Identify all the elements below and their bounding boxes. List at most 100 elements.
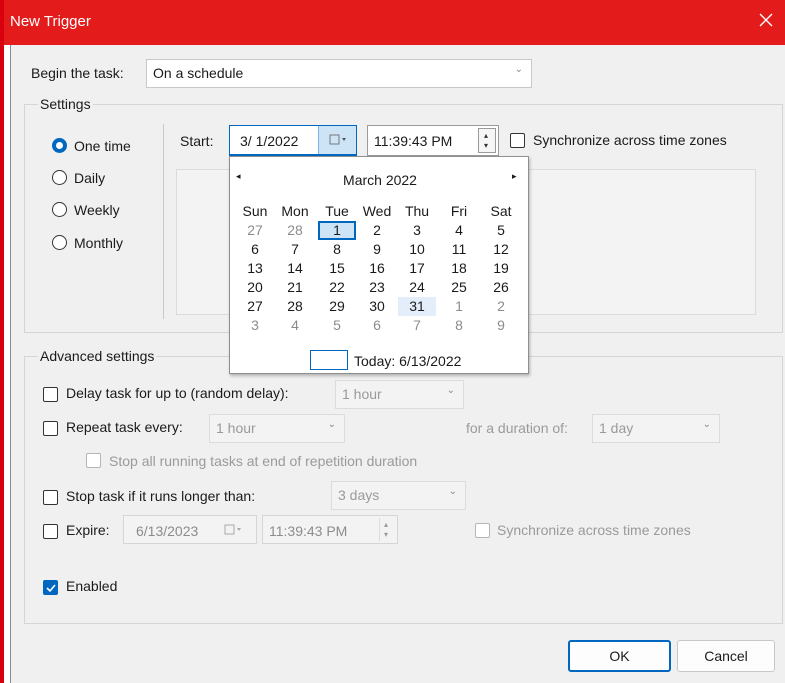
calendar-day[interactable]: 6 [358,316,396,335]
calendar-day[interactable]: 14 [276,259,314,278]
calendar-day[interactable]: 22 [318,278,356,297]
duration-label: for a duration of: [466,420,568,436]
calendar-day[interactable]: 5 [482,221,520,240]
expire-sync-checkbox[interactable] [475,523,490,538]
stop-longer-checkbox[interactable] [43,490,58,505]
repeat-task-checkbox[interactable] [43,421,58,436]
weekday-header: Mon [281,203,309,219]
calendar-day[interactable]: 2 [358,221,396,240]
calendar-day[interactable]: 9 [482,316,520,335]
calendar-day[interactable]: 26 [482,278,520,297]
start-date-picker[interactable]: 3/ 1/2022 [229,125,357,156]
calendar-day[interactable]: 1 [318,221,356,240]
ok-button[interactable]: OK [568,640,671,672]
radio-weekly[interactable] [52,202,67,217]
calendar-day[interactable]: 7 [276,240,314,259]
cancel-button[interactable]: Cancel [677,640,775,672]
calendar-day[interactable]: 1 [440,297,478,316]
start-time-value: 11:39:43 PM [374,133,453,149]
settings-group-label: Settings [38,96,93,112]
advanced-group-label: Advanced settings [38,348,157,364]
calendar-day[interactable]: 27 [236,297,274,316]
spin-down-icon: ▾ [384,530,389,539]
weekday-header: Wed [362,203,392,219]
calendar-day[interactable]: 28 [276,297,314,316]
calendar-dropdown-button[interactable] [318,126,356,154]
calendar-day[interactable]: 15 [318,259,356,278]
expire-checkbox[interactable] [43,524,58,539]
calendar-day[interactable]: 8 [318,240,356,259]
delay-task-select[interactable]: 1 hour ⌄ [335,380,464,409]
calendar-day[interactable]: 3 [236,316,274,335]
enabled-label: Enabled [66,578,118,594]
spin-down-icon: ▾ [484,141,489,150]
expire-time-field[interactable]: 11:39:43 PM ▴ ▾ [262,515,398,544]
delay-task-label: Delay task for up to (random delay): [66,385,289,401]
expire-date-picker[interactable]: 6/13/2023 [123,515,257,544]
weekday-header: Tue [325,203,349,219]
stop-running-checkbox[interactable] [86,453,101,468]
begin-task-select[interactable]: On a schedule ⌄ [146,59,532,88]
calendar-day[interactable]: 24 [398,278,436,297]
calendar-day[interactable]: 27 [236,221,274,240]
calendar-day[interactable]: 28 [276,221,314,240]
calendar-day[interactable]: 9 [358,240,396,259]
calendar-day[interactable]: 13 [236,259,274,278]
enabled-checkbox[interactable] [43,580,58,595]
checkmark-icon [46,584,56,593]
calendar-day[interactable]: 10 [398,240,436,259]
expire-date-value: 6/13/2023 [136,523,199,539]
calendar-day[interactable]: 6 [236,240,274,259]
next-month-icon[interactable]: ▸ [512,171,517,182]
radio-daily[interactable] [52,170,67,185]
window-title: New Trigger [10,13,91,30]
chevron-down-icon: ⌄ [446,385,455,396]
calendar-day[interactable]: 3 [398,221,436,240]
calendar-day[interactable]: 8 [440,316,478,335]
calendar-day[interactable]: 7 [398,316,436,335]
calendar-day[interactable]: 23 [358,278,396,297]
duration-select[interactable]: 1 day ⌄ [592,414,720,443]
begin-task-label: Begin the task: [31,65,124,81]
sync-time-zones-label: Synchronize across time zones [533,132,727,148]
today-link[interactable]: Today: 6/13/2022 [354,353,461,369]
radio-monthly[interactable] [52,235,67,250]
calendar-day[interactable]: 31 [398,297,436,316]
calendar-day[interactable]: 29 [318,297,356,316]
calendar-popup: ◂ March 2022 ▸ Sun Mon Tue Wed Thu Fri Sat 27 28… [229,156,529,374]
expire-sync-label: Synchronize across time zones [497,522,691,538]
calendar-day[interactable]: 16 [358,259,396,278]
calendar-day[interactable]: 17 [398,259,436,278]
repeat-task-select[interactable]: 1 hour ⌄ [209,414,345,443]
stop-longer-select[interactable]: 3 days ⌄ [331,481,466,510]
delay-task-checkbox[interactable] [43,387,58,402]
calendar-day[interactable]: 25 [440,278,478,297]
start-time-spinner[interactable]: ▴ ▾ [478,128,496,153]
calendar-day[interactable]: 18 [440,259,478,278]
calendar-day[interactable]: 5 [318,316,356,335]
calendar-day[interactable]: 30 [358,297,396,316]
calendar-icon [329,134,346,145]
close-icon[interactable] [755,9,777,31]
calendar-day[interactable]: 4 [440,221,478,240]
radio-one-time[interactable] [52,138,67,153]
chevron-down-icon: ⌄ [702,419,711,430]
settings-divider [163,124,164,319]
calendar-day[interactable]: 2 [482,297,520,316]
calendar-day[interactable]: 19 [482,259,520,278]
calendar-month-title[interactable]: March 2022 [230,172,530,188]
calendar-day[interactable]: 20 [236,278,274,297]
start-time-field[interactable]: 11:39:43 PM ▴ ▾ [367,125,499,156]
start-date-value: 3/ 1/2022 [240,133,299,149]
sync-time-zones-checkbox[interactable] [510,133,525,148]
calendar-day[interactable]: 21 [276,278,314,297]
repeat-task-label: Repeat task every: [66,419,183,435]
radio-one-time-label: One time [74,138,131,154]
calendar-day[interactable]: 11 [440,240,478,259]
expire-time-spinner[interactable]: ▴ ▾ [379,518,394,541]
calendar-day[interactable]: 12 [482,240,520,259]
weekday-header: Thu [404,203,430,219]
chevron-down-icon: ⌄ [514,64,523,75]
stop-longer-value: 3 days [338,487,380,503]
calendar-day[interactable]: 4 [276,316,314,335]
